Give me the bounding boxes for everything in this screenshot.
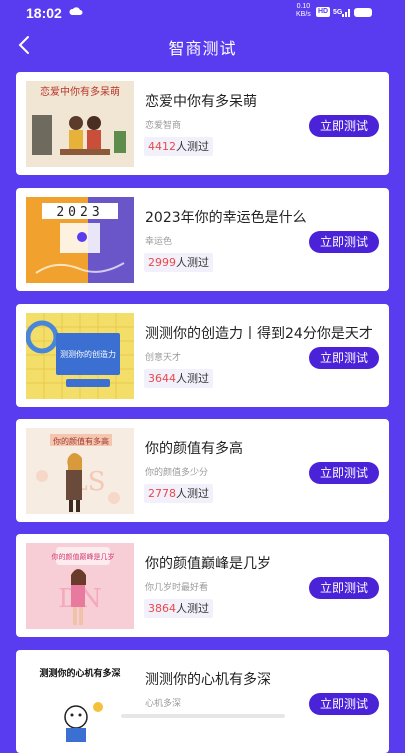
signal-icon: 5G [333,9,350,17]
list-item[interactable]: 测测你的创造力 测测你的创造力丨得到24分你是天才 创意天才 3644人测过 立… [16,304,389,407]
app-bar: 智商测试 [0,30,405,60]
thumb-caption: 2023 [56,205,103,220]
start-test-button[interactable]: 立即测试 [309,347,379,369]
item-title: 测测你的创造力丨得到24分你是天才 [145,326,373,342]
home-indicator[interactable] [121,714,285,718]
thumbnail: 2023 [26,197,134,283]
thumb-caption: 你的颜值巅峰是几岁 [52,552,115,561]
item-subtitle: 创意天才 [145,353,182,363]
tested-count: 4412人测过 [144,137,213,156]
item-subtitle: 你的颜值多少分 [145,468,209,478]
tested-count: 3864人测过 [144,599,213,618]
thumbnail: 测测你的心机有多深 [26,659,134,745]
list-item[interactable]: 2023 2023年你的幸运色是什么 幸运色 2999人测过 立即测试 [16,188,389,291]
item-subtitle: 恋爱智商 [145,121,182,131]
item-subtitle: 心机多深 [145,699,182,709]
page-title: 智商测试 [168,39,237,58]
list-item[interactable]: 测测你的心机有多深 测测你的心机有多深 心机多深 立即测试 [16,650,389,753]
tested-count: 3644人测过 [144,369,213,388]
thumbnail: 你的颜值巅峰是几岁 DN [26,543,134,629]
battery-icon [354,8,372,17]
svg-text:5G: 5G [333,9,343,16]
thumb-caption: 你的颜值有多高 [53,436,109,446]
tested-count: 2778人测过 [144,484,213,503]
item-title: 恋爱中你有多呆萌 [145,94,257,110]
hd-badge: HD [316,7,331,17]
item-title: 2023年你的幸运色是什么 [145,210,307,226]
thumbnail: 恋爱中你有多呆萌 [26,81,134,167]
item-title: 你的颜值有多高 [145,441,243,457]
thumbnail: 你的颜值有多高 LS [26,428,134,514]
status-time: 18:02 [26,5,62,21]
item-subtitle: 幸运色 [145,237,173,247]
start-test-button[interactable]: 立即测试 [309,693,379,715]
cloud-icon [69,7,83,15]
thumb-caption: 恋爱中你有多呆萌 [40,85,120,98]
start-test-button[interactable]: 立即测试 [309,462,379,484]
item-title: 测测你的心机有多深 [145,672,271,688]
thumb-caption: 测测你的创造力 [60,349,116,359]
item-title: 你的颜值巅峰是几岁 [145,556,271,572]
tested-count: 2999人测过 [144,253,213,272]
start-test-button[interactable]: 立即测试 [309,231,379,253]
thumb-caption: 测测你的心机有多深 [39,667,120,679]
list-item[interactable]: 你的颜值有多高 LS 你的颜值有多高 你的颜值多少分 2778人测过 立即测试 [16,419,389,522]
start-test-button[interactable]: 立即测试 [309,577,379,599]
list-item[interactable]: 恋爱中你有多呆萌 恋爱中你有多呆萌 恋爱智商 4412人测过 立即测试 [16,72,389,175]
network-speed: 0.10 KB/s [296,3,311,18]
list-item[interactable]: 你的颜值巅峰是几岁 DN 你的颜值巅峰是几岁 你几岁时最好看 3864人测过 立… [16,534,389,637]
thumbnail: 测测你的创造力 [26,313,134,399]
item-subtitle: 你几岁时最好看 [145,583,209,593]
start-test-button[interactable]: 立即测试 [309,115,379,137]
status-bar: 18:02 0.10 KB/s HD 5G [0,0,405,26]
